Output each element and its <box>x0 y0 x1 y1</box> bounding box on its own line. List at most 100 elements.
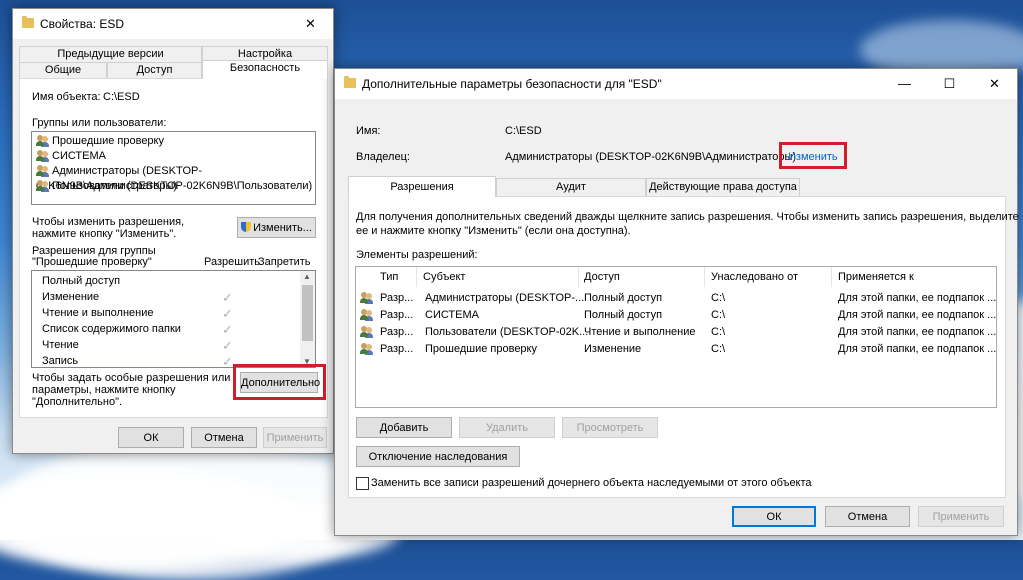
cell-access: Полный доступ <box>584 292 663 304</box>
column-header-access[interactable]: Доступ <box>584 271 620 283</box>
name-value: C:\ESD <box>505 125 542 137</box>
groups-list[interactable]: Прошедшие проверку СИСТЕМА Администратор… <box>31 131 316 205</box>
object-name-label: Имя объекта: <box>32 91 101 103</box>
tab-previous-versions[interactable]: Предыдущие версии <box>19 46 202 62</box>
users-icon <box>36 135 50 148</box>
security-panel: Имя объекта: C:\ESD Группы или пользоват… <box>19 78 328 418</box>
column-header-applies[interactable]: Применяется к <box>838 271 914 283</box>
deny-column-header: Запретить <box>258 256 311 268</box>
list-item[interactable]: Прошедшие проверку <box>36 134 310 149</box>
permissions-list[interactable]: Полный доступ Изменение Чтение и выполне… <box>31 270 316 368</box>
table-row[interactable]: Разр... Администраторы (DESKTOP-... Полн… <box>356 290 996 307</box>
replace-child-entries-label: Заменить все записи разрешений дочернего… <box>371 477 812 489</box>
list-item[interactable]: Пользователи (DESKTOP-02K6N9B\Пользовате… <box>36 179 312 194</box>
ok-button[interactable]: ОК <box>732 506 816 527</box>
disable-inheritance-button[interactable]: Отключение наследования <box>356 446 520 467</box>
list-item[interactable]: Администраторы (DESKTOP-02K6N9B\Админист… <box>36 164 315 192</box>
maximize-button[interactable]: ☐ <box>927 69 972 99</box>
view-button[interactable]: Просмотреть <box>562 417 658 438</box>
folder-icon <box>344 76 356 88</box>
cell-type: Разр... <box>380 292 414 304</box>
cell-subject: СИСТЕМА <box>425 309 479 321</box>
apply-button[interactable]: Применить <box>918 506 1004 527</box>
users-icon <box>36 165 50 178</box>
table-row[interactable]: Разр... Прошедшие проверку Изменение C:\… <box>356 341 996 358</box>
change-button[interactable]: Изменить... <box>237 217 316 238</box>
owner-label: Владелец: <box>356 151 410 163</box>
scroll-thumb[interactable] <box>302 285 313 341</box>
table-row[interactable]: Разр... СИСТЕМА Полный доступ C:\ Для эт… <box>356 307 996 324</box>
properties-titlebar[interactable]: Свойства: ESD ✕ <box>13 9 333 39</box>
cell-applies: Для этой папки, ее подпапок ... <box>838 343 997 355</box>
users-icon <box>36 180 50 193</box>
scroll-up-icon[interactable]: ▲ <box>303 272 311 281</box>
owner-value: Администраторы (DESKTOP-02K6N9B\Админист… <box>505 151 797 163</box>
change-hint-line1: Чтобы изменить разрешения, <box>32 216 185 228</box>
ok-button[interactable]: ОК <box>118 427 184 448</box>
cell-applies: Для этой папки, ее подпапок ... <box>838 309 997 321</box>
highlight-frame <box>779 142 847 169</box>
cell-inherited: C:\ <box>711 343 726 355</box>
tab-sharing[interactable]: Доступ <box>107 62 202 78</box>
table-header: Тип Субъект Доступ Унаследовано от Приме… <box>356 267 996 287</box>
column-header-inherited[interactable]: Унаследовано от <box>711 271 798 283</box>
column-header-type[interactable]: Тип <box>380 271 398 283</box>
folder-icon <box>22 16 34 28</box>
object-name-value: C:\ESD <box>103 91 140 103</box>
allow-check-icon: ✓ <box>222 338 233 353</box>
info-line1: Для получения дополнительных сведений дв… <box>356 211 1019 223</box>
cell-access: Чтение и выполнение <box>584 326 696 338</box>
tab-effective-access[interactable]: Действующие права доступа <box>646 178 800 196</box>
close-button[interactable]: ✕ <box>972 69 1017 99</box>
advanced-titlebar[interactable]: Дополнительные параметры безопасности дл… <box>335 69 1017 99</box>
users-icon <box>36 150 50 163</box>
cell-type: Разр... <box>380 326 414 338</box>
cell-applies: Для этой папки, ее подпапок ... <box>838 326 997 338</box>
entries-label: Элементы разрешений: <box>356 249 478 261</box>
cell-subject: Пользователи (DESKTOP-02K... <box>425 326 589 338</box>
add-button[interactable]: Добавить <box>356 417 452 438</box>
properties-window: Свойства: ESD ✕ Предыдущие версии Настро… <box>12 8 334 454</box>
scrollbar[interactable]: ▲ ▼ <box>300 271 315 367</box>
highlight-frame <box>233 364 326 400</box>
allow-check-icon: ✓ <box>222 354 233 368</box>
tab-general[interactable]: Общие <box>19 62 107 78</box>
column-separator <box>704 267 705 287</box>
allow-column-header: Разрешить <box>204 256 260 268</box>
permission-row: Запись <box>42 355 79 367</box>
cell-access: Изменение <box>584 343 642 355</box>
tab-permissions[interactable]: Разрешения <box>348 176 496 197</box>
apply-button[interactable]: Применить <box>263 427 327 448</box>
advanced-title: Дополнительные параметры безопасности дл… <box>362 77 662 91</box>
properties-title: Свойства: ESD <box>40 17 125 31</box>
name-label: Имя: <box>356 125 381 137</box>
minimize-button[interactable]: — <box>882 69 927 99</box>
cell-subject: Прошедшие проверку <box>425 343 537 355</box>
tab-security[interactable]: Безопасность <box>202 60 328 79</box>
cell-type: Разр... <box>380 343 414 355</box>
column-separator <box>831 267 832 287</box>
column-header-subject[interactable]: Субъект <box>423 271 465 283</box>
column-separator <box>578 267 579 287</box>
replace-child-entries-checkbox[interactable] <box>356 477 369 490</box>
permission-entries-table[interactable]: Тип Субъект Доступ Унаследовано от Приме… <box>355 266 997 408</box>
permission-row: Чтение <box>42 339 79 351</box>
cell-inherited: C:\ <box>711 326 726 338</box>
cell-inherited: C:\ <box>711 292 726 304</box>
table-row[interactable]: Разр... Пользователи (DESKTOP-02K... Чте… <box>356 324 996 341</box>
advanced-security-window: Дополнительные параметры безопасности дл… <box>334 68 1019 536</box>
change-hint-line2: нажмите кнопку "Изменить". <box>32 228 177 240</box>
cell-access: Полный доступ <box>584 309 663 321</box>
permissions-for-line2: "Прошедшие проверку" <box>32 256 152 268</box>
close-button[interactable]: ✕ <box>288 9 333 39</box>
special-hint-line2: параметры, нажмите кнопку <box>32 384 176 396</box>
cell-type: Разр... <box>380 309 414 321</box>
cancel-button[interactable]: Отмена <box>191 427 257 448</box>
permissions-panel: Для получения дополнительных сведений дв… <box>348 196 1019 498</box>
users-icon <box>360 292 374 305</box>
allow-check-icon: ✓ <box>222 306 233 321</box>
list-item[interactable]: СИСТЕМА <box>36 149 106 164</box>
remove-button[interactable]: Удалить <box>459 417 555 438</box>
tab-audit[interactable]: Аудит <box>496 178 646 196</box>
cancel-button[interactable]: Отмена <box>825 506 910 527</box>
